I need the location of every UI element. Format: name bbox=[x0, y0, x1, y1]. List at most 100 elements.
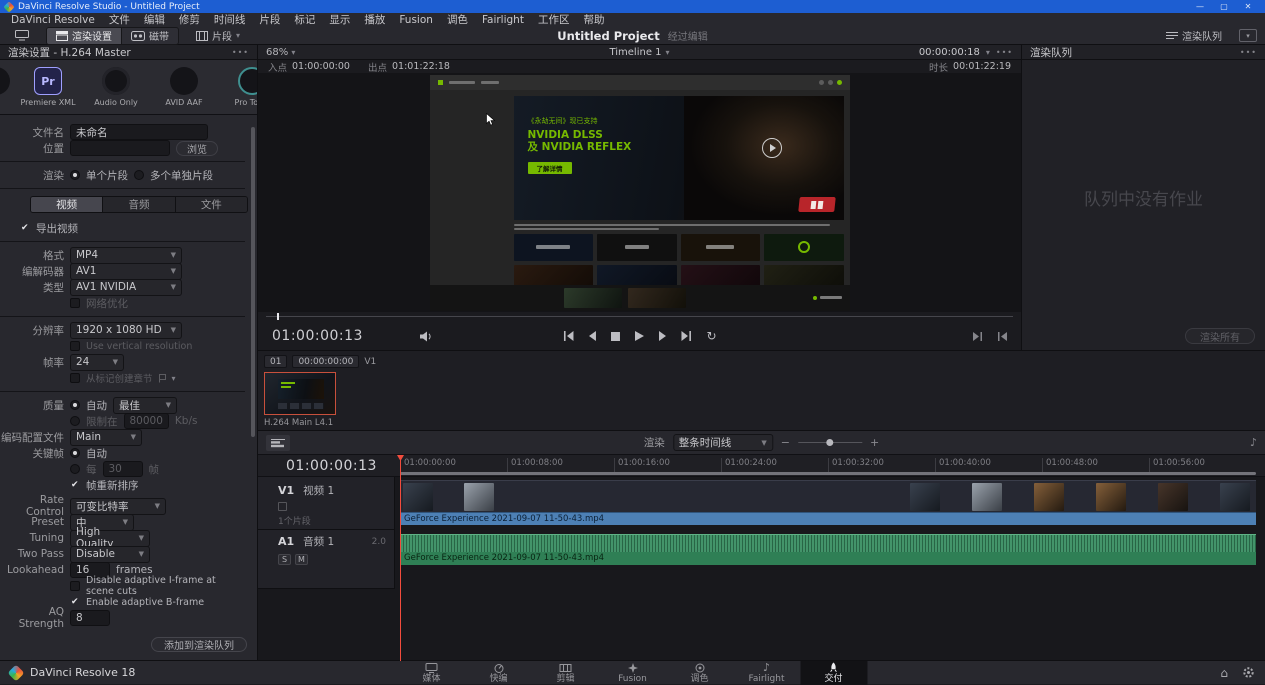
zoom-out-icon[interactable]: − bbox=[781, 436, 790, 449]
menu-help[interactable]: 帮助 bbox=[576, 13, 611, 27]
render-range-select[interactable]: 整条时间线▼ bbox=[673, 434, 773, 451]
zoom-slider-track[interactable] bbox=[798, 442, 862, 443]
clip-thumbnail-selected[interactable] bbox=[264, 372, 336, 415]
add-to-render-queue-button[interactable]: 添加到渲染队列 bbox=[151, 637, 247, 652]
chapters-checkbox[interactable] bbox=[70, 373, 80, 383]
framerate-select[interactable]: 24▼ bbox=[70, 354, 124, 371]
frame-reordering-checkbox[interactable] bbox=[70, 480, 80, 490]
preset-premiere-xml[interactable]: Pr Premiere XML bbox=[22, 67, 74, 107]
minimize-button[interactable]: — bbox=[1188, 0, 1212, 13]
stop-button[interactable] bbox=[610, 332, 619, 341]
page-fusion[interactable]: Fusion bbox=[599, 661, 666, 685]
viewer-scrub-bar[interactable] bbox=[258, 312, 1021, 322]
render-queue-toggle[interactable]: 渲染队列 bbox=[1159, 28, 1229, 44]
quality-auto-radio[interactable] bbox=[70, 400, 80, 410]
step-forward-button[interactable] bbox=[658, 331, 665, 341]
tuning-select[interactable]: High Quality▼ bbox=[70, 530, 150, 547]
audio-track-header[interactable]: A1 音频 1 2.0 S M bbox=[258, 530, 394, 588]
menu-view[interactable]: 显示 bbox=[322, 13, 357, 27]
menu-davinci-resolve[interactable]: DaVinci Resolve bbox=[4, 13, 102, 27]
audio-clip[interactable]: GeForce Experience 2021-09-07 11-50-43.m… bbox=[400, 534, 1256, 564]
project-manager-home-icon[interactable]: ⌂ bbox=[1220, 666, 1228, 680]
solo-button[interactable]: S bbox=[278, 554, 291, 565]
track-thumbnail-toggle[interactable] bbox=[278, 502, 287, 511]
tab-audio[interactable]: 音频 bbox=[103, 197, 175, 212]
page-deliver[interactable]: 交付 bbox=[800, 661, 867, 685]
play-button[interactable] bbox=[634, 331, 643, 341]
two-pass-select[interactable]: Disable▼ bbox=[70, 546, 150, 563]
enable-adaptive-bframe-checkbox[interactable] bbox=[70, 597, 80, 607]
timeline-name-select[interactable]: Timeline 1 ▾ bbox=[609, 47, 669, 58]
viewer-more-icon[interactable]: ••• bbox=[996, 48, 1013, 57]
location-input[interactable] bbox=[70, 140, 170, 156]
tab-video[interactable]: 视频 bbox=[31, 197, 103, 212]
menu-mark[interactable]: 标记 bbox=[287, 13, 322, 27]
quality-level-select[interactable]: 最佳▼ bbox=[113, 397, 177, 414]
preset-avid-aaf[interactable]: AVID AAF bbox=[158, 67, 210, 107]
filename-input[interactable] bbox=[70, 124, 208, 140]
format-select[interactable]: MP4▼ bbox=[70, 247, 182, 264]
encoder-type-select[interactable]: AV1 NVIDIA▼ bbox=[70, 279, 182, 296]
loop-button[interactable]: ↻ bbox=[706, 331, 716, 341]
aq-strength-input[interactable]: 8 bbox=[70, 610, 110, 626]
timeline-view-button[interactable] bbox=[266, 435, 290, 451]
page-color[interactable]: 调色 bbox=[666, 661, 733, 685]
scrub-playhead[interactable] bbox=[277, 313, 279, 320]
encoding-profile-select[interactable]: Main▼ bbox=[70, 429, 142, 446]
next-marker-button[interactable] bbox=[973, 332, 983, 341]
playhead[interactable] bbox=[400, 455, 401, 661]
video-track-header[interactable]: V1 视频 1 1个片段 bbox=[258, 479, 394, 530]
maximize-button[interactable]: ▢ bbox=[1212, 0, 1236, 13]
export-video-checkbox[interactable] bbox=[20, 223, 30, 233]
page-edit[interactable]: 剪辑 bbox=[532, 661, 599, 685]
more-options-icon[interactable]: ••• bbox=[232, 48, 249, 57]
settings-gear-icon[interactable] bbox=[1242, 666, 1255, 679]
preset-pro-tools[interactable]: Pro Tools bbox=[226, 67, 257, 107]
resolution-select[interactable]: 1920 x 1080 HD▼ bbox=[70, 322, 182, 339]
quality-restrict-radio[interactable] bbox=[70, 416, 80, 426]
page-fairlight[interactable]: ♪ Fairlight bbox=[733, 661, 800, 685]
timeline-horizontal-scrollbar[interactable] bbox=[400, 472, 1256, 475]
audio-mute-button[interactable] bbox=[419, 331, 432, 342]
previous-marker-button[interactable] bbox=[997, 332, 1007, 341]
render-settings-toggle[interactable]: 渲染设置 bbox=[47, 28, 121, 44]
menu-edit[interactable]: 编辑 bbox=[137, 13, 172, 27]
timeline-ruler[interactable]: 01:00:00:13 01:00:00:00 01:00:08:00 01:0… bbox=[258, 455, 1265, 477]
menu-clip[interactable]: 片段 bbox=[252, 13, 287, 27]
menu-trim[interactable]: 修剪 bbox=[172, 13, 207, 27]
page-cut[interactable]: 快编 bbox=[465, 661, 532, 685]
preset-partial[interactable] bbox=[0, 67, 22, 95]
keyframes-auto-radio[interactable] bbox=[70, 448, 80, 458]
video-clip[interactable]: GeForce Experience 2021-09-07 11-50-43.m… bbox=[400, 480, 1256, 525]
page-media[interactable]: 媒体 bbox=[398, 661, 465, 685]
go-to-first-frame-button[interactable] bbox=[562, 331, 573, 341]
keyframes-every-radio[interactable] bbox=[70, 464, 80, 474]
single-clip-radio[interactable] bbox=[70, 170, 80, 180]
browse-button[interactable]: 浏览 bbox=[176, 141, 218, 156]
zoom-select[interactable]: 68% ▾ bbox=[266, 47, 295, 58]
timeline-zoom-slider[interactable]: − + bbox=[781, 436, 879, 449]
menu-fusion[interactable]: Fusion bbox=[392, 13, 440, 27]
menu-timeline[interactable]: 时间线 bbox=[207, 13, 253, 27]
chevron-down-icon[interactable]: ▾ bbox=[986, 48, 990, 57]
individual-clips-radio[interactable] bbox=[134, 170, 144, 180]
menu-fairlight[interactable]: Fairlight bbox=[475, 13, 531, 27]
remote-render-button[interactable] bbox=[8, 28, 36, 44]
step-back-button[interactable] bbox=[588, 331, 595, 341]
menu-file[interactable]: 文件 bbox=[102, 13, 137, 27]
audio-waveform-toggle[interactable]: ♪ bbox=[1250, 436, 1257, 449]
menu-color[interactable]: 调色 bbox=[440, 13, 475, 27]
rate-control-select[interactable]: 可变比特率▼ bbox=[70, 498, 166, 515]
preset-audio-only[interactable]: Audio Only bbox=[90, 67, 142, 107]
disable-adaptive-iframe-checkbox[interactable] bbox=[70, 581, 80, 591]
vertical-resolution-checkbox[interactable] bbox=[70, 341, 80, 351]
panel-visibility-toggle[interactable]: ▾ bbox=[1239, 29, 1257, 42]
codec-select[interactable]: AV1▼ bbox=[70, 263, 182, 280]
settings-scrollbar[interactable] bbox=[251, 127, 255, 437]
keyframes-frames-input[interactable]: 30 bbox=[103, 461, 143, 477]
render-all-button[interactable]: 渲染所有 bbox=[1185, 328, 1255, 344]
close-button[interactable]: ✕ bbox=[1236, 0, 1260, 13]
tape-toggle[interactable]: 磁带 bbox=[121, 28, 178, 44]
clips-toggle[interactable]: 片段 ▾ bbox=[189, 28, 247, 44]
tab-file[interactable]: 文件 bbox=[176, 197, 247, 212]
